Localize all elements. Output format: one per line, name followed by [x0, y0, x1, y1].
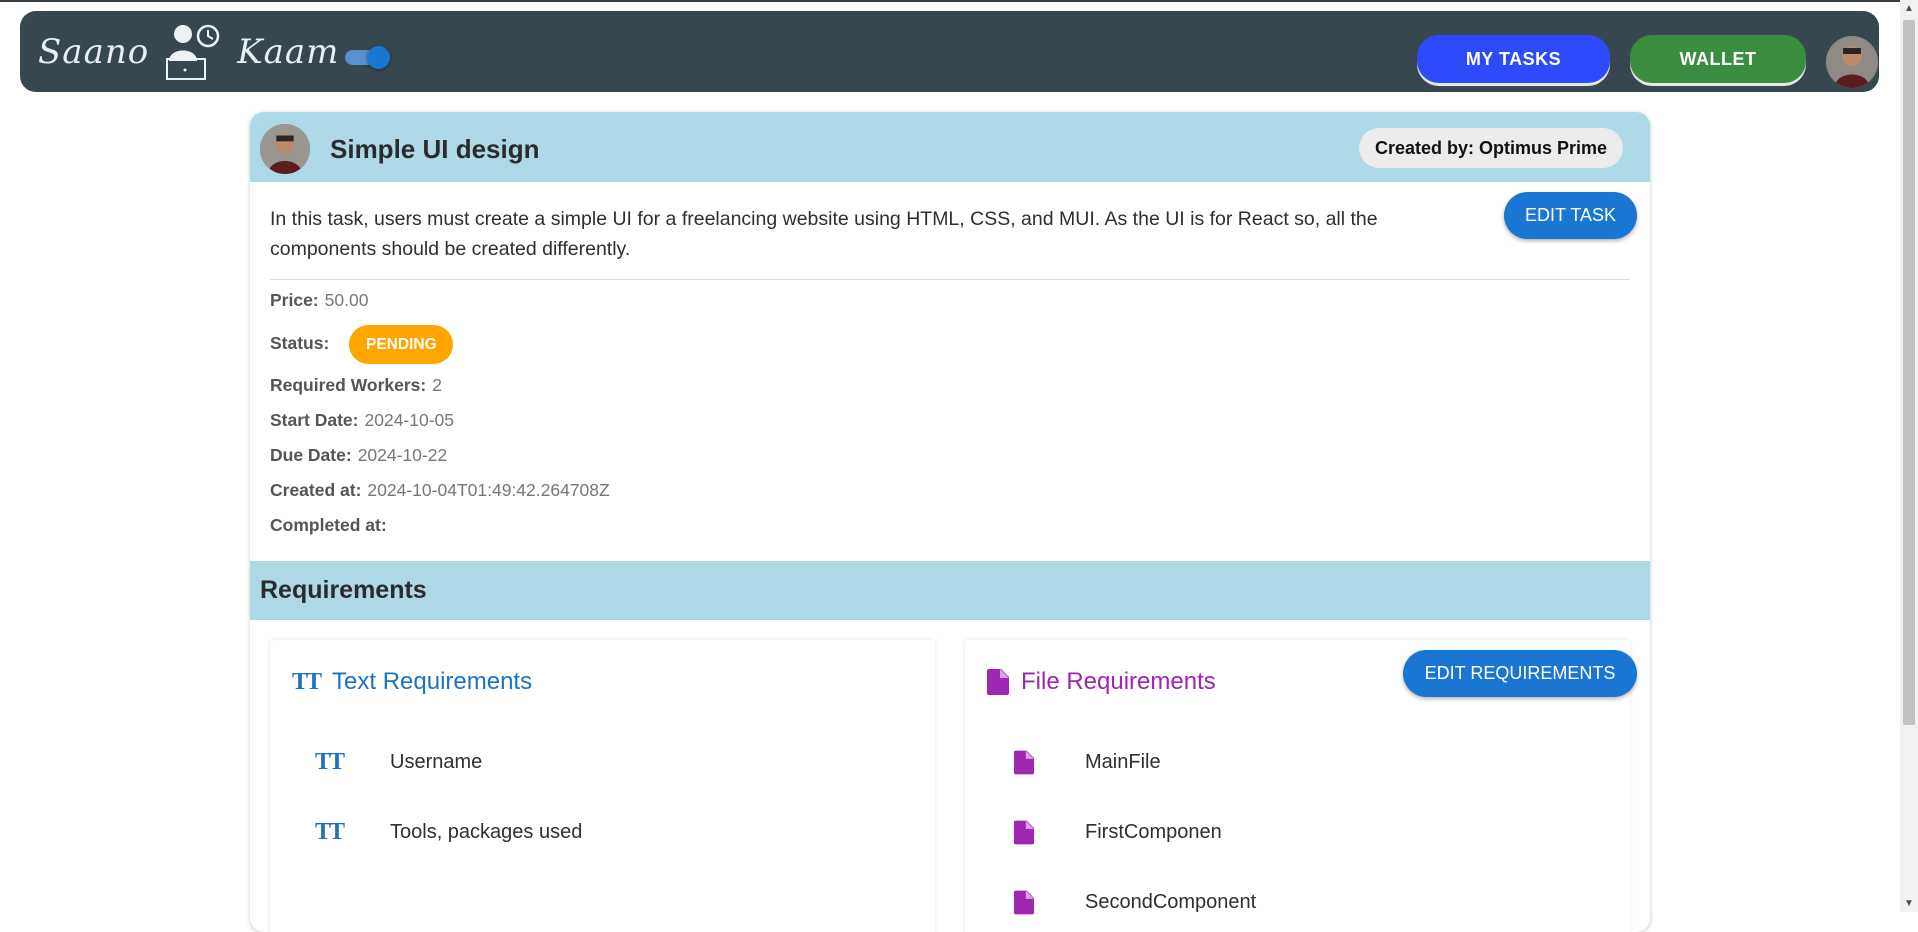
text-fields-icon: TT [292, 669, 322, 695]
due-date-field: Due Date: 2024-10-22 [270, 445, 447, 466]
requirements-header: Requirements [250, 561, 1650, 620]
wallet-button[interactable]: WALLET [1630, 35, 1806, 83]
created-at-value: 2024-10-04T01:49:42.264708Z [367, 480, 610, 500]
start-date-label: Start Date: [270, 410, 359, 430]
file-requirement-label: FirstComponen [1085, 821, 1222, 843]
file-requirement-item: FirstComponen [1009, 820, 1222, 845]
completed-at-label: Completed at: [270, 515, 387, 535]
logo-text-right: Kaam [237, 32, 340, 72]
completed-at-field: Completed at: [270, 515, 393, 536]
browser-top-edge [0, 0, 1900, 2]
file-icon [987, 669, 1009, 695]
task-title: Simple UI design [330, 134, 540, 164]
person-photo-icon [260, 124, 310, 174]
file-requirements-title: File Requirements [1021, 668, 1216, 695]
due-date-value: 2024-10-22 [357, 445, 448, 465]
task-header: Simple UI design Created by: Optimus Pri… [250, 112, 1650, 182]
workers-value: 2 [432, 375, 442, 395]
page-scrollbar[interactable]: ▲ ▼ [1900, 0, 1918, 912]
task-description: In this task, users must create a simple… [270, 208, 1378, 260]
creator-avatar [260, 124, 310, 174]
text-requirements-panel: TT Text Requirements TT Username TT Tool… [270, 640, 935, 932]
start-date-value: 2024-10-05 [364, 410, 455, 430]
file-requirement-label: MainFile [1085, 751, 1161, 773]
workers-field: Required Workers: 2 [270, 375, 442, 396]
text-requirement-item: TT Username [314, 750, 482, 774]
file-icon [1009, 890, 1039, 915]
theme-toggle[interactable] [343, 46, 391, 69]
edit-requirements-button[interactable]: EDIT REQUIREMENTS [1403, 650, 1637, 697]
my-tasks-button[interactable]: MY TASKS [1417, 35, 1610, 83]
top-navbar: Saano Kaam MY TASKS WALLET [20, 11, 1879, 92]
divider [270, 279, 1630, 280]
status-badge: PENDING [349, 325, 454, 364]
text-requirement-label: Username [390, 750, 483, 773]
person-photo-icon [1826, 36, 1878, 88]
scroll-up-arrow-icon[interactable]: ▲ [1904, 3, 1914, 14]
text-requirements-heading: TT Text Requirements [292, 668, 532, 696]
file-requirements-heading: File Requirements [987, 668, 1216, 696]
logo-text-left: Saano [38, 32, 150, 72]
text-requirement-item: TT Tools, packages used [314, 820, 582, 844]
text-fields-icon: TT [314, 749, 345, 775]
toggle-thumb [367, 46, 390, 69]
start-date-field: Start Date: 2024-10-05 [270, 410, 454, 431]
scrollbar-thumb[interactable] [1903, 20, 1915, 725]
task-detail-card: Simple UI design Created by: Optimus Pri… [250, 112, 1650, 932]
file-requirement-item: MainFile [1009, 750, 1161, 775]
created-at-label: Created at: [270, 480, 362, 500]
workers-label: Required Workers: [270, 375, 427, 395]
file-requirement-item: SecondComponent [1009, 890, 1256, 915]
app-logo[interactable]: Saano Kaam [38, 24, 340, 80]
file-requirement-label: SecondComponent [1085, 891, 1257, 913]
edit-task-button[interactable]: EDIT TASK [1504, 192, 1637, 239]
price-field: Price: 50.00 [270, 290, 368, 311]
price-value: 50.00 [324, 290, 369, 310]
requirements-title: Requirements [260, 576, 427, 604]
text-requirements-title: Text Requirements [332, 668, 533, 695]
worker-laptop-clock-icon [166, 24, 220, 80]
due-date-label: Due Date: [270, 445, 352, 465]
scroll-down-arrow-icon[interactable]: ▼ [1904, 898, 1914, 909]
file-icon [1009, 750, 1039, 775]
created-by-chip: Created by: Optimus Prime [1359, 128, 1624, 168]
status-label: Status: [270, 333, 330, 354]
text-fields-icon: TT [314, 819, 345, 845]
file-icon [1009, 820, 1039, 845]
text-requirement-label: Tools, packages used [390, 820, 583, 843]
user-avatar[interactable] [1826, 36, 1878, 88]
price-label: Price: [270, 290, 319, 310]
created-at-field: Created at: 2024-10-04T01:49:42.264708Z [270, 480, 610, 501]
status-field: Status: PENDING [270, 325, 454, 364]
